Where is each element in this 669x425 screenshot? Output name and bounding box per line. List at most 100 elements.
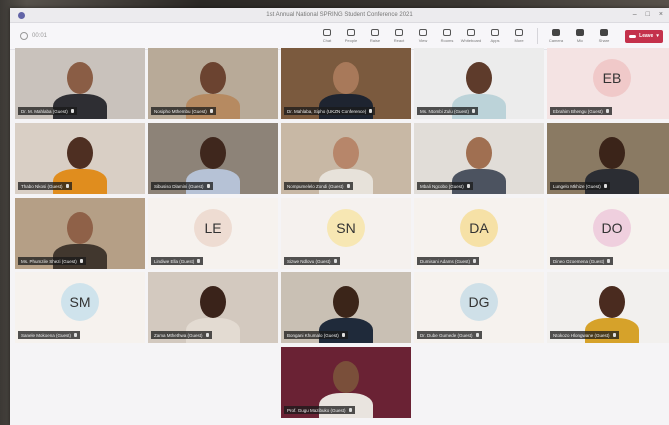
mic-icon [369,109,373,113]
participant-name: Ms. Ntombi Zulu (Guest) [420,108,470,114]
rooms-icon [443,29,451,36]
participant-face [466,62,492,94]
participant-name: Lungelo Mkhize (Guest) [553,183,601,189]
participant-tile[interactable]: Dr. Mahlaba, Sipho (UKZN Conference) [281,48,411,119]
participant-face [333,361,359,393]
participant-tile[interactable]: Nosipho Mthembu (Guest) [148,48,278,119]
window-title: 1st Annual National SPRING Student Confe… [266,12,413,18]
mic-icon [576,29,584,36]
raise-button[interactable]: Raise [366,29,384,43]
participant-face [333,286,359,318]
participant-name: Ntokozo Hlongwane (Guest) [553,332,610,338]
participant-tile[interactable]: SM Sanele Mokoena (Guest) [15,272,145,343]
mic-icon [206,184,210,188]
participant-tile[interactable]: Ms. Ntombi Zulu (Guest) [414,48,544,119]
participant-name: Dr. M. Mahlaba (Guest) [21,108,68,114]
meeting-timer: 00:01 [20,32,47,40]
mic-icon [197,259,201,263]
participant-name: Sibusiso Dlamini (Guest) [154,183,204,189]
participant-name-label: Bongani Khumalo (Guest) [284,331,348,339]
people-button[interactable]: People [342,29,360,43]
leave-button[interactable]: Leave ▾ [625,29,663,43]
participant-name: Thabo Nkosi (Guest) [21,183,63,189]
participant-tile[interactable]: DO Dineo Ozoemena (Guest) [547,198,669,269]
mic-icon [341,333,345,337]
participant-tile[interactable]: Zama Mthethwa (Guest) [148,272,278,343]
mic-icon [472,109,476,113]
mic-icon [333,259,337,263]
participant-name-label: Dumisani Adams (Guest) [417,257,480,265]
camera-button[interactable]: Camera [547,29,565,43]
apps-button[interactable]: Apps [486,29,504,43]
mic-icon [473,259,477,263]
mic-icon [605,109,609,113]
participant-tile[interactable]: Ntokozo Hlongwane (Guest) [547,272,669,343]
participant-tile[interactable]: Lungelo Mkhize (Guest) [547,123,669,194]
participant-name: Sizwe Ndlovu (Guest) [287,258,331,264]
share-button[interactable]: Share [595,29,613,43]
close-icon[interactable]: × [659,11,663,18]
minimize-icon[interactable]: – [633,11,637,18]
participant-tile[interactable]: SN Sizwe Ndlovu (Guest) [281,198,411,269]
view-button[interactable]: View [414,29,432,43]
participant-tile[interactable]: Sibusiso Dlamini (Guest) [148,123,278,194]
participant-name: Mbali Ngcobo (Guest) [420,183,464,189]
phone-hangup-icon [629,34,637,38]
participant-name-label: Ntokozo Hlongwane (Guest) [550,331,619,339]
meeting-toolbar: 00:01 Chat People Raise React View Rooms White… [10,23,669,50]
mic-icon [70,109,74,113]
participant-name: Ebrahim Bhengu (Guest) [553,108,603,114]
whiteboard-button[interactable]: Whiteboard [461,29,481,43]
participant-name: Zama Mthethwa (Guest) [154,332,203,338]
participant-tile[interactable]: Nompumelelo Zondi (Guest) [281,123,411,194]
tool-label: Chat [322,38,332,43]
tool-label: Mic [576,38,584,43]
participant-tile[interactable]: DG Dr. Dube Gumede (Guest) [414,272,544,343]
participant-tile[interactable]: DA Dumisani Adams (Guest) [414,198,544,269]
participant-avatar: DG [460,283,498,321]
mic-icon [209,109,213,113]
react-button[interactable]: React [390,29,408,43]
participant-name-label: Ms. Phumzile Shezi (Guest) [18,257,86,265]
participant-name: Lindiwe Ella (Guest) [154,258,195,264]
clock-icon [20,32,28,40]
more-icon [515,29,523,36]
participant-tile[interactable]: Bongani Khumalo (Guest) [281,272,411,343]
participant-name: Sanele Mokoena (Guest) [21,332,72,338]
participant-name: Nompumelelo Zondi (Guest) [287,183,344,189]
window-controls: – □ × [633,11,663,18]
toolbar-actions: Chat People Raise React View Rooms Whiteboard A… [318,28,663,44]
participant-name-label: Mbali Ngcobo (Guest) [417,182,473,190]
participant-tile[interactable]: Thabo Nkosi (Guest) [15,123,145,194]
mic-button[interactable]: Mic [571,29,589,43]
chat-button[interactable]: Chat [318,29,336,43]
participant-name-label: Sibusiso Dlamini (Guest) [151,182,213,190]
raise-hand-icon [371,29,379,36]
participant-face [200,62,226,94]
participant-face [333,137,359,169]
mic-icon [612,333,616,337]
participant-tile[interactable]: LE Lindiwe Ella (Guest) [148,198,278,269]
participant-name-label: Nosipho Mthembu (Guest) [151,107,216,115]
maximize-icon[interactable]: □ [646,11,650,18]
timer-text: 00:01 [32,33,48,39]
participant-tile[interactable]: Prof. Gugu Mazibuko (Guest) [281,347,411,418]
participant-avatar: EB [593,59,631,97]
participant-tile[interactable]: Dr. M. Mahlaba (Guest) [15,48,145,119]
participant-name: Dineo Ozoemena (Guest) [553,258,605,264]
participant-name: Bongani Khumalo (Guest) [287,332,339,338]
participant-tile[interactable]: Mbali Ngcobo (Guest) [414,123,544,194]
participant-name-label: Nompumelelo Zondi (Guest) [284,182,353,190]
meeting-window: 1st Annual National SPRING Student Confe… [10,8,669,425]
participant-avatar: SM [61,283,99,321]
react-icon [395,29,403,36]
participant-name-label: Lindiwe Ella (Guest) [151,257,204,265]
more-button[interactable]: More [510,29,528,43]
participant-name-label: Prof. Gugu Mazibuko (Guest) [284,406,355,414]
participant-name: Nosipho Mthembu (Guest) [154,108,207,114]
participant-tile[interactable]: EB Ebrahim Bhengu (Guest) [547,48,669,119]
participant-tile[interactable]: Ms. Phumzile Shezi (Guest) [15,198,145,269]
chevron-down-icon[interactable]: ▾ [656,33,659,39]
camera-icon [552,29,560,36]
rooms-button[interactable]: Rooms [438,29,456,43]
